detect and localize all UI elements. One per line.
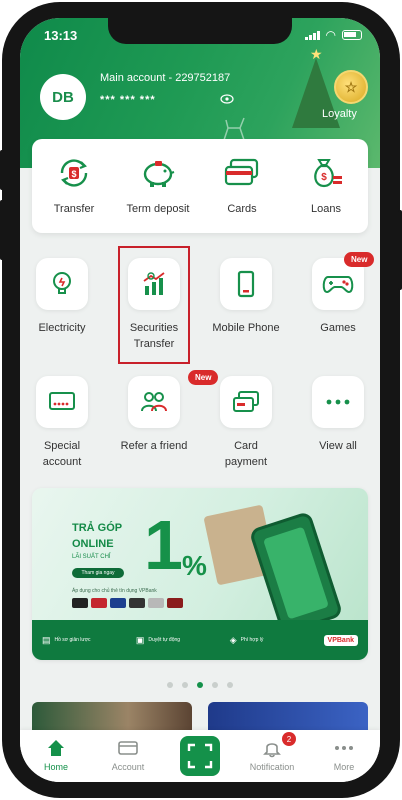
account-icon xyxy=(92,738,164,758)
service-electricity[interactable]: Electricity xyxy=(20,258,104,336)
mobile-phone-icon xyxy=(220,258,272,310)
tab-label: Account xyxy=(111,762,145,772)
quick-action-label: Loans xyxy=(311,203,341,215)
banner-cta-button[interactable]: Tham gia ngay xyxy=(72,568,124,578)
carousel-dot[interactable] xyxy=(212,682,218,688)
promo-thumbnail[interactable] xyxy=(208,702,368,732)
svg-text:$: $ xyxy=(321,172,327,183)
loyalty-coin-icon[interactable]: ☆ xyxy=(334,70,368,104)
notch xyxy=(108,18,292,44)
money-bag-icon: $ xyxy=(306,153,346,193)
carousel-dot[interactable] xyxy=(227,682,233,688)
service-label: Games xyxy=(320,322,356,334)
notification-count-badge: 2 xyxy=(282,732,296,746)
battery-icon xyxy=(342,30,362,40)
fee-icon: ◈ xyxy=(229,634,237,645)
document-icon: ▤ xyxy=(42,634,51,645)
power-button xyxy=(398,210,402,290)
carousel-dot[interactable] xyxy=(167,682,173,688)
service-label: Electricity xyxy=(38,322,86,334)
banner-feature: ▤ Hồ sơ giản lược xyxy=(42,634,91,645)
service-label: Refer a friend xyxy=(120,440,188,452)
avatar[interactable]: DB xyxy=(40,74,86,120)
quick-action-cards[interactable]: Cards xyxy=(200,153,284,215)
status-time: 13:13 xyxy=(44,28,78,43)
banner-feature: ◈ Phí hợp lý xyxy=(229,634,264,645)
quick-action-label: Transfer xyxy=(53,203,95,215)
loyalty-label[interactable]: Loyalty xyxy=(322,108,357,120)
tab-home[interactable]: Home xyxy=(20,738,92,772)
star-decoration-icon: ★ xyxy=(310,46,323,62)
quick-action-label: Cards xyxy=(227,203,257,215)
quick-action-term-deposit[interactable]: Term deposit xyxy=(116,153,200,215)
service-label: View all xyxy=(319,440,357,452)
banner-fine-print: Áp dụng cho chủ thẻ tín dụng VPBank xyxy=(72,588,157,594)
lightbulb-icon xyxy=(36,258,88,310)
app-screen: ★ 13:13 ◠ DB Main account - 229752187 **… xyxy=(20,18,380,782)
carousel-pagination xyxy=(20,682,380,688)
service-refer-a-friend[interactable]: Refer a friend xyxy=(112,376,196,454)
home-icon xyxy=(20,738,92,758)
service-mobile-phone[interactable]: Mobile Phone xyxy=(204,258,288,336)
banner-phone-image xyxy=(248,510,344,636)
special-account-icon xyxy=(36,376,88,428)
banner-rate-number: 1 xyxy=(144,506,183,584)
refer-friend-icon xyxy=(128,376,180,428)
quick-actions-card: $ Transfer Term deposit Cards $ Loans xyxy=(32,139,368,233)
carousel-dot[interactable] xyxy=(182,682,188,688)
piggy-bank-icon xyxy=(138,153,178,193)
service-label: Mobile Phone xyxy=(212,322,280,334)
volume-button xyxy=(0,200,4,260)
banner-headline-2: ONLINE xyxy=(72,538,114,550)
service-label: Special account xyxy=(42,440,82,468)
promo-thumbnail[interactable] xyxy=(32,702,192,732)
volume-button xyxy=(0,150,4,190)
vpbank-logo: VPBank xyxy=(323,634,358,646)
cards-icon xyxy=(222,153,262,193)
account-title[interactable]: Main account - 229752187 xyxy=(100,72,230,84)
new-badge: New xyxy=(344,252,375,267)
carousel-dot[interactable] xyxy=(197,682,203,688)
tab-account[interactable]: Account xyxy=(92,738,164,772)
signal-icon xyxy=(304,30,320,40)
quick-action-transfer[interactable]: $ Transfer xyxy=(32,153,116,215)
wifi-icon: ◠ xyxy=(325,28,336,42)
service-card-payment[interactable]: Card payment xyxy=(204,376,288,470)
eye-toggle-icon[interactable] xyxy=(220,94,234,107)
status-icons: ◠ xyxy=(304,28,362,42)
qr-scan-button[interactable] xyxy=(180,736,220,776)
more-icon xyxy=(308,738,380,758)
svg-text:$: $ xyxy=(71,169,76,179)
quick-action-loans[interactable]: $ Loans xyxy=(284,153,368,215)
banner-headline-1: TRẢ GÓP xyxy=(72,522,123,534)
auto-approve-icon: ▣ xyxy=(135,634,145,645)
tab-more[interactable]: More xyxy=(308,738,380,772)
tab-label: Notification xyxy=(249,762,295,772)
tab-notification[interactable]: 2 Notification xyxy=(236,732,308,772)
tab-label: Home xyxy=(43,762,68,772)
service-label: Card payment xyxy=(224,440,268,468)
card-payment-icon xyxy=(220,376,272,428)
banner-footer: ▤ Hồ sơ giản lược ▣ Duyệt tự động ◈ Phí hợp… xyxy=(32,620,368,660)
account-balance-masked: *** *** *** xyxy=(100,94,156,106)
money-transfer-icon: $ xyxy=(54,153,94,193)
more-dots-icon xyxy=(312,376,364,428)
bell-icon xyxy=(236,738,308,758)
service-games[interactable]: Games xyxy=(296,258,380,336)
banner-subhead: LÃI SUẤT CHỈ xyxy=(72,554,111,560)
service-special-account[interactable]: Special account xyxy=(20,376,104,470)
service-view-all[interactable]: View all xyxy=(296,376,380,454)
selection-highlight-box xyxy=(118,246,190,364)
scan-frame-icon xyxy=(187,743,213,769)
banner-card-logos xyxy=(72,598,183,608)
quick-action-label: Term deposit xyxy=(126,203,190,215)
banner-feature: ▣ Duyệt tự động xyxy=(135,634,181,645)
promo-banner[interactable]: TRẢ GÓP ONLINE LÃI SUẤT CHỈ 1 % Tham gia… xyxy=(32,488,368,660)
banner-rate-unit: % xyxy=(182,550,207,581)
tab-label: More xyxy=(333,762,355,772)
